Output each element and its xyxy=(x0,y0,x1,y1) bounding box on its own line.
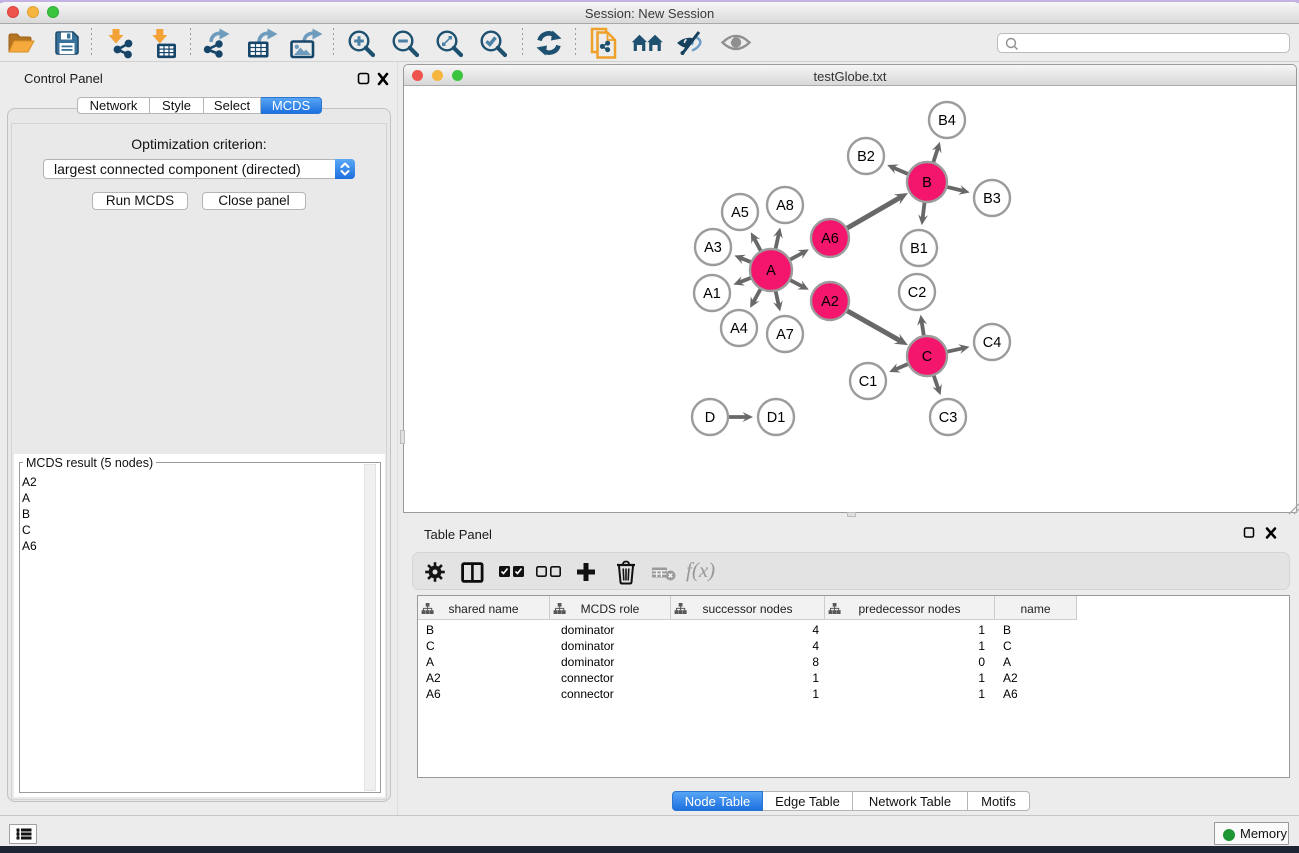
svg-text:A1: A1 xyxy=(703,286,721,302)
svg-text:A7: A7 xyxy=(776,327,794,343)
svg-text:A5: A5 xyxy=(731,205,749,221)
svg-text:A4: A4 xyxy=(730,321,748,337)
svg-text:C1: C1 xyxy=(859,374,878,390)
svg-text:C: C xyxy=(922,349,932,365)
svg-text:A8: A8 xyxy=(776,198,794,214)
svg-text:A: A xyxy=(766,263,776,279)
svg-text:D: D xyxy=(705,410,715,426)
svg-text:A3: A3 xyxy=(704,240,722,256)
svg-text:A6: A6 xyxy=(821,231,839,247)
svg-text:D1: D1 xyxy=(767,410,786,426)
svg-text:B4: B4 xyxy=(938,113,956,129)
svg-text:C4: C4 xyxy=(983,335,1002,351)
svg-text:C2: C2 xyxy=(908,285,927,301)
svg-text:B3: B3 xyxy=(983,191,1001,207)
svg-text:A2: A2 xyxy=(821,294,839,310)
svg-text:B2: B2 xyxy=(857,149,875,165)
svg-text:C3: C3 xyxy=(939,410,958,426)
svg-text:B: B xyxy=(922,175,932,191)
svg-text:B1: B1 xyxy=(910,241,928,257)
